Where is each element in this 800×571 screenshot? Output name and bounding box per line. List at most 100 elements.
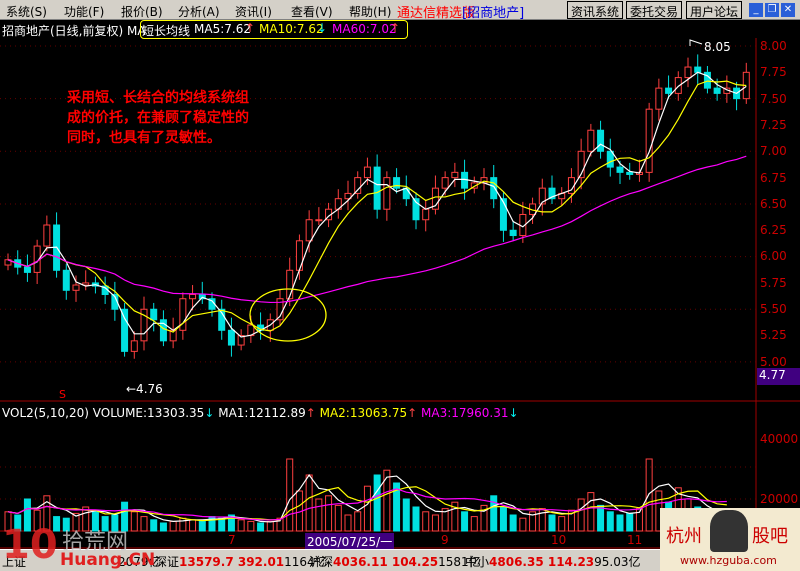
x-tick: 9 bbox=[441, 533, 449, 547]
candle-up bbox=[189, 294, 197, 300]
arrow-up-icon: ↑ bbox=[305, 406, 316, 420]
volume-bar bbox=[218, 517, 226, 532]
candle-down bbox=[713, 87, 721, 94]
volume-bar bbox=[431, 514, 439, 532]
volume-bar bbox=[461, 511, 469, 532]
volume-bar bbox=[315, 498, 323, 532]
candle-down bbox=[23, 266, 31, 273]
volume-bar bbox=[140, 516, 148, 532]
watermark-en: Huang.CN bbox=[60, 550, 156, 570]
volume-bar bbox=[169, 520, 177, 532]
zx-index: 中小4806.35 114.2395.03亿 bbox=[465, 553, 641, 570]
annotation-line: 同时，也具有了灵敏性。 bbox=[67, 130, 221, 146]
candle-down bbox=[62, 269, 70, 291]
volume-bar bbox=[247, 520, 255, 532]
volume-bar bbox=[354, 511, 362, 532]
volume-bar bbox=[470, 516, 478, 532]
volume-bar bbox=[334, 504, 342, 532]
candle-down bbox=[606, 150, 614, 168]
price-tick: 5.00 bbox=[760, 354, 787, 369]
vol-ma3: MA3:17960.31 bbox=[421, 406, 509, 420]
volume-bar bbox=[558, 516, 566, 532]
volume-bar bbox=[490, 495, 498, 532]
candle-down bbox=[373, 166, 381, 210]
high-price-label: 8.05 bbox=[704, 40, 731, 54]
arrow-up-icon: ↑ bbox=[407, 406, 418, 420]
candle-down bbox=[616, 166, 624, 173]
price-tick: 8.00 bbox=[760, 39, 787, 53]
candle-up bbox=[422, 208, 430, 221]
volume-bar bbox=[538, 508, 546, 532]
candle-down bbox=[665, 87, 673, 94]
vol-tick: 20000 bbox=[760, 492, 799, 506]
candle-down bbox=[227, 329, 235, 346]
price-tick: 6.50 bbox=[760, 196, 787, 211]
volume-bar bbox=[189, 519, 197, 532]
x-tick: 10 bbox=[551, 533, 567, 547]
annotation-line: 采用短、长结合的均线系统组 bbox=[67, 90, 249, 106]
volume-bar bbox=[606, 511, 614, 532]
volume-bar bbox=[645, 458, 653, 532]
candle-up bbox=[587, 129, 595, 152]
candle-down bbox=[626, 171, 634, 175]
volume-bar bbox=[577, 498, 585, 532]
volume-bar bbox=[597, 504, 605, 532]
candle-down bbox=[694, 66, 702, 73]
volume-bar bbox=[499, 506, 507, 532]
candle-up bbox=[684, 66, 692, 79]
sz-value: 13579.7 392.01 bbox=[179, 555, 285, 569]
price-tick: 6.75 bbox=[760, 170, 787, 185]
price-tick: 7.75 bbox=[760, 65, 787, 80]
candle-up bbox=[354, 177, 362, 194]
volume-bar bbox=[325, 495, 333, 532]
price-tick: 5.50 bbox=[760, 302, 787, 316]
price-tick: 6.25 bbox=[760, 223, 787, 238]
volume-header: VOL2(5,10,20) VOLUME:13303.35↓ MA1:12112… bbox=[2, 406, 519, 420]
zx-amount: 95.03亿 bbox=[594, 555, 641, 569]
candle-down bbox=[150, 308, 158, 321]
volume-bar bbox=[626, 512, 634, 532]
price-tick: 5.75 bbox=[760, 275, 787, 290]
volume-bar bbox=[198, 520, 206, 532]
zx-value: 4806.35 114.23 bbox=[489, 555, 595, 569]
logo-left: 杭州 bbox=[666, 526, 702, 547]
vol-ma2: MA2:13063.75 bbox=[319, 406, 408, 420]
candle-up bbox=[72, 284, 80, 291]
volume-bar bbox=[587, 492, 595, 532]
candle-down bbox=[393, 177, 401, 189]
logo-url: www.hzguba.com bbox=[680, 554, 777, 567]
x-tick: 7 bbox=[228, 533, 236, 547]
price-tick: 5.25 bbox=[760, 328, 787, 343]
low-price-label: ←4.76 bbox=[126, 382, 163, 396]
volume-bar bbox=[344, 514, 352, 532]
cursor-date: 2005/07/25/一 bbox=[305, 533, 395, 550]
volume-bar bbox=[616, 514, 624, 532]
volume-bar bbox=[422, 511, 430, 532]
signal-mark: S bbox=[59, 388, 66, 401]
watermark-logo: 10 拾荒网 Huang.CN bbox=[0, 520, 155, 571]
zx-label: 中小 bbox=[465, 555, 490, 569]
volume-bar bbox=[412, 506, 420, 532]
vol-value: VOLUME:13303.35 bbox=[92, 406, 205, 420]
volume-bar bbox=[266, 520, 274, 532]
candle-up bbox=[43, 224, 51, 247]
high-marker bbox=[689, 39, 703, 46]
price-tick: 6.00 bbox=[760, 249, 787, 264]
price-tick: 7.00 bbox=[760, 144, 787, 159]
candle-down bbox=[402, 187, 410, 200]
arrow-down-icon: ↓ bbox=[508, 406, 519, 420]
current-price-badge: 4.77 bbox=[757, 368, 800, 385]
volume-bar bbox=[257, 522, 265, 532]
sz-label: 深证 bbox=[155, 555, 180, 569]
hs-value: 4036.11 104.25 bbox=[333, 555, 439, 569]
candle-down bbox=[597, 129, 605, 152]
hzguba-logo: 杭州 股吧 www.hzguba.com bbox=[660, 508, 800, 571]
kline-chart[interactable] bbox=[0, 0, 800, 571]
price-tick: 7.50 bbox=[760, 91, 787, 106]
volume-bar bbox=[548, 514, 556, 532]
candle-down bbox=[490, 177, 498, 200]
watermark-num: 10 bbox=[2, 522, 58, 568]
vol-tick: 40000 bbox=[760, 432, 799, 446]
candle-up bbox=[130, 340, 138, 352]
hs-label: 沪深 bbox=[309, 555, 334, 569]
